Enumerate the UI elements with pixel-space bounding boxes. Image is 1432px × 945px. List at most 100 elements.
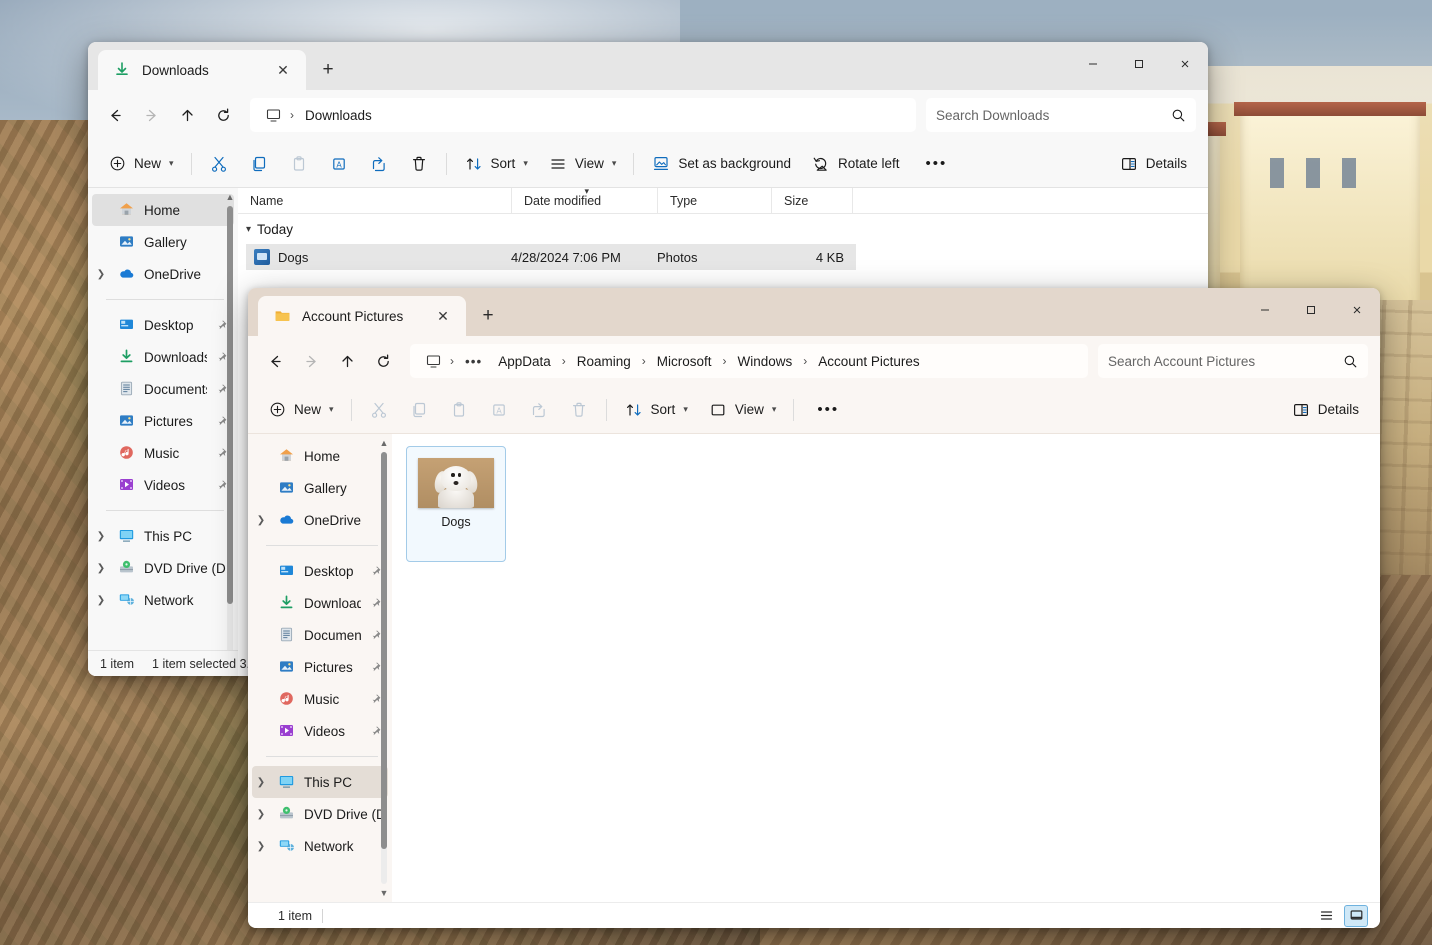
sidebar-item-desktop[interactable]: Desktop <box>92 309 234 341</box>
sidebar-item-home[interactable]: Home <box>92 194 234 226</box>
column-header-name[interactable]: Name <box>238 188 511 213</box>
breadcrumb-item-windows[interactable]: Windows <box>731 350 800 373</box>
breadcrumb-item-downloads[interactable]: Downloads <box>298 104 379 127</box>
up-button[interactable] <box>330 344 364 378</box>
tab-close-button[interactable]: ✕ <box>270 57 296 83</box>
search-input[interactable] <box>936 108 1171 123</box>
new-button[interactable]: New ▾ <box>98 148 183 180</box>
sidebar-item-onedrive[interactable]: ❯OneDrive <box>92 258 234 290</box>
chevron-right-icon[interactable]: ❯ <box>92 595 110 606</box>
chevron-right-icon[interactable]: ❯ <box>252 777 270 788</box>
chevron-right-icon[interactable]: ❯ <box>252 515 270 526</box>
sidebar-item-onedrive[interactable]: ❯OneDrive <box>252 504 388 536</box>
breadcrumb-overflow-button[interactable]: ••• <box>458 350 489 373</box>
delete-button[interactable] <box>400 148 438 180</box>
column-header-size[interactable]: Size <box>771 188 852 213</box>
sidebar-item-desktop[interactable]: Desktop <box>252 555 388 587</box>
sidebar-item-downloads[interactable]: Downloads <box>252 587 388 619</box>
table-row[interactable]: Dogs 4/28/2024 7:06 PM Photos 4 KB <box>246 244 856 270</box>
breadcrumb-item-appdata[interactable]: AppData <box>491 350 558 373</box>
rename-button[interactable]: A <box>480 394 518 426</box>
rotate-left-button[interactable]: Rotate left <box>802 148 909 180</box>
breadcrumb[interactable]: › ••• AppData › Roaming › Microsoft › Wi… <box>410 344 1088 378</box>
set-as-background-button[interactable]: Set as background <box>642 148 800 180</box>
chevron-down-icon[interactable]: ▾ <box>246 224 251 235</box>
new-tab-button[interactable]: + <box>472 300 504 332</box>
breadcrumb-item-microsoft[interactable]: Microsoft <box>650 350 719 373</box>
back-button[interactable] <box>98 98 132 132</box>
chevron-right-icon[interactable]: ❯ <box>252 841 270 852</box>
list-view-toggle[interactable] <box>1314 905 1338 927</box>
scrollbar-track[interactable] <box>227 206 233 658</box>
grid-item-dogs[interactable]: Dogs <box>406 446 506 562</box>
sidebar-item-documents[interactable]: Documents <box>252 619 388 651</box>
forward-button[interactable] <box>134 98 168 132</box>
new-tab-button[interactable]: + <box>312 54 344 86</box>
sidebar-item-dvd-drive-d-c[interactable]: ❯DVD Drive (D:) C <box>252 798 388 830</box>
paste-button[interactable] <box>440 394 478 426</box>
tab-account-pictures[interactable]: Account Pictures ✕ <box>258 296 466 336</box>
scrollbar-thumb[interactable] <box>227 206 233 604</box>
sidebar-item-gallery[interactable]: Gallery <box>252 472 388 504</box>
refresh-button[interactable] <box>366 344 400 378</box>
close-button[interactable] <box>1162 42 1208 86</box>
more-options-button[interactable]: ••• <box>911 148 963 180</box>
copy-button[interactable] <box>240 148 278 180</box>
more-options-button[interactable]: ••• <box>802 394 854 426</box>
share-button[interactable] <box>520 394 558 426</box>
monitor-icon[interactable] <box>260 102 286 128</box>
breadcrumb[interactable]: › Downloads <box>250 98 916 132</box>
sort-button[interactable]: Sort ▾ <box>615 394 697 426</box>
sidebar-item-videos[interactable]: Videos <box>92 469 234 501</box>
chevron-right-icon[interactable]: ❯ <box>252 809 270 820</box>
copy-button[interactable] <box>400 394 438 426</box>
sidebar-scrollbar[interactable]: ▲ ▼ <box>224 192 236 672</box>
maximize-button[interactable] <box>1288 288 1334 332</box>
sidebar-item-music[interactable]: Music <box>252 683 388 715</box>
column-header-date-modified[interactable]: ▾ Date modified <box>511 188 657 213</box>
breadcrumb-item-account-pictures[interactable]: Account Pictures <box>811 350 926 373</box>
search-icon[interactable] <box>1171 108 1186 123</box>
sidebar-scrollbar[interactable]: ▲ ▼ <box>378 438 390 898</box>
monitor-icon[interactable] <box>420 348 446 374</box>
scroll-up-arrow[interactable]: ▲ <box>226 192 235 202</box>
sidebar-item-home[interactable]: Home <box>252 440 388 472</box>
back-button[interactable] <box>258 344 292 378</box>
cut-button[interactable] <box>200 148 238 180</box>
view-button[interactable]: View ▾ <box>699 394 786 426</box>
close-button[interactable] <box>1334 288 1380 332</box>
scroll-down-arrow[interactable]: ▼ <box>380 888 389 898</box>
sidebar-item-gallery[interactable]: Gallery <box>92 226 234 258</box>
new-button[interactable]: New ▾ <box>258 394 343 426</box>
tile-view-toggle[interactable] <box>1344 905 1368 927</box>
sidebar-item-network[interactable]: ❯Network <box>92 584 234 616</box>
scrollbar-track[interactable] <box>381 452 387 884</box>
view-button[interactable]: View ▾ <box>539 148 626 180</box>
file-explorer-window-account-pictures[interactable]: Account Pictures ✕ + <box>248 288 1380 928</box>
sidebar-item-documents[interactable]: Documents <box>92 373 234 405</box>
sort-button[interactable]: Sort ▾ <box>455 148 537 180</box>
search-box[interactable] <box>926 98 1196 132</box>
breadcrumb-item-roaming[interactable]: Roaming <box>570 350 638 373</box>
sidebar-item-music[interactable]: Music <box>92 437 234 469</box>
group-header-today[interactable]: ▾ Today <box>238 214 1208 244</box>
share-button[interactable] <box>360 148 398 180</box>
search-icon[interactable] <box>1343 354 1358 369</box>
sidebar-item-downloads[interactable]: Downloads <box>92 341 234 373</box>
paste-button[interactable] <box>280 148 318 180</box>
forward-button[interactable] <box>294 344 328 378</box>
chevron-right-icon[interactable]: ❯ <box>92 269 110 280</box>
minimize-button[interactable] <box>1070 42 1116 86</box>
chevron-right-icon[interactable]: ❯ <box>92 531 110 542</box>
maximize-button[interactable] <box>1116 42 1162 86</box>
cut-button[interactable] <box>360 394 398 426</box>
refresh-button[interactable] <box>206 98 240 132</box>
items-grid[interactable]: Dogs <box>392 434 1380 902</box>
sidebar-item-pictures[interactable]: Pictures <box>92 405 234 437</box>
tab-downloads[interactable]: Downloads ✕ <box>98 50 306 90</box>
sidebar-item-videos[interactable]: Videos <box>252 715 388 747</box>
search-input[interactable] <box>1108 354 1343 369</box>
delete-button[interactable] <box>560 394 598 426</box>
details-pane-button[interactable]: Details <box>1110 148 1196 180</box>
tab-close-button[interactable]: ✕ <box>430 303 456 329</box>
